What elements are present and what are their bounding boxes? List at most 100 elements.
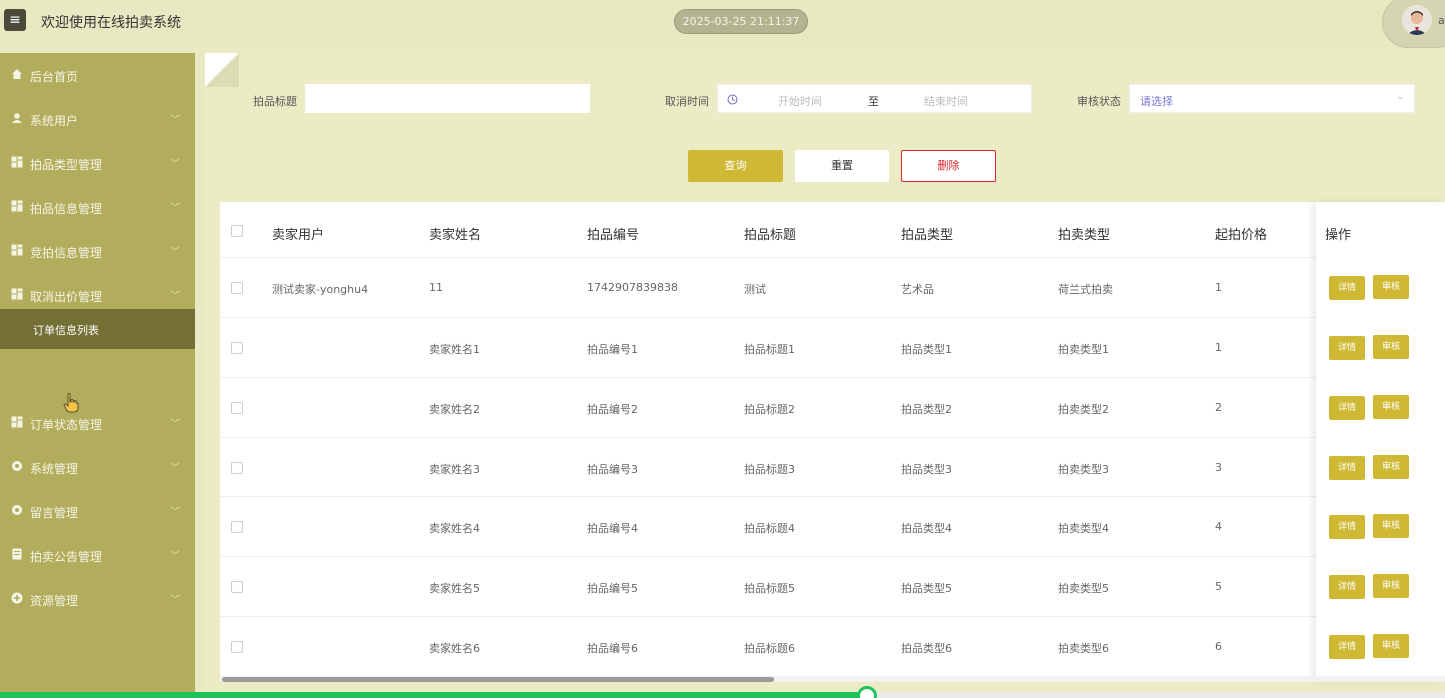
table-cell: 3 bbox=[1215, 461, 1222, 474]
audit-button[interactable]: 审核 bbox=[1373, 455, 1409, 479]
table-cell: 拍品编号3 bbox=[587, 463, 638, 476]
row-checkbox[interactable] bbox=[231, 581, 243, 593]
user-icon bbox=[11, 112, 23, 124]
sidebar-item-label: 订单状态管理 bbox=[30, 418, 103, 432]
chevron-down-icon: ﹀ bbox=[170, 291, 180, 302]
table-cell: 卖家姓名3 bbox=[429, 463, 480, 476]
table-cell: 拍品标题5 bbox=[744, 582, 795, 595]
table-cell: 拍品标题6 bbox=[744, 642, 795, 655]
sidebar-item-label: 竞拍信息管理 bbox=[30, 246, 103, 260]
row-divider bbox=[220, 616, 1445, 617]
sidebar-item-9[interactable]: 系统管理 ﹀ bbox=[0, 445, 195, 489]
column-header: 拍品标题 bbox=[744, 228, 797, 243]
row-checkbox[interactable] bbox=[231, 282, 243, 294]
table-cell: 卖家姓名6 bbox=[429, 642, 480, 655]
table-cell: 1 bbox=[1215, 281, 1222, 294]
sidebar-item-8[interactable]: 订单状态管理 ﹀ bbox=[0, 401, 195, 445]
query-button[interactable]: 查询 bbox=[688, 150, 783, 182]
status-select[interactable]: 请选择 ⌄ bbox=[1129, 84, 1415, 113]
sidebar-item-label: 资源管理 bbox=[30, 594, 79, 608]
hand-cursor-icon bbox=[63, 393, 79, 413]
sidebar-item-11[interactable]: 拍卖公告管理 ﹀ bbox=[0, 533, 195, 577]
row-checkbox[interactable] bbox=[231, 462, 243, 474]
avatar[interactable] bbox=[1402, 5, 1432, 35]
table-cell: 拍卖类型4 bbox=[1058, 522, 1109, 535]
row-checkbox[interactable] bbox=[231, 641, 243, 653]
chevron-down-icon: ﹀ bbox=[170, 419, 180, 430]
audit-button[interactable]: 审核 bbox=[1373, 335, 1409, 359]
table-cell: 测试卖家-yonghu4 bbox=[272, 283, 369, 296]
data-table bbox=[220, 202, 1445, 682]
table-cell: 拍品类型6 bbox=[901, 642, 952, 655]
end-time-placeholder[interactable]: 结束时间 bbox=[924, 93, 968, 109]
detail-button[interactable]: 详情 bbox=[1329, 635, 1365, 659]
detail-button[interactable]: 详情 bbox=[1329, 456, 1365, 480]
row-checkbox[interactable] bbox=[231, 402, 243, 414]
table-cell: 卖家姓名2 bbox=[429, 403, 480, 416]
detail-button[interactable]: 详情 bbox=[1329, 276, 1365, 300]
sidebar-item-12[interactable]: 资源管理 ﹀ bbox=[0, 577, 195, 621]
detail-button[interactable]: 详情 bbox=[1329, 396, 1365, 420]
title-search-input[interactable] bbox=[305, 84, 590, 113]
delete-button[interactable]: 删除 bbox=[901, 150, 996, 182]
audit-button[interactable]: 审核 bbox=[1373, 634, 1409, 658]
sidebar-item-10[interactable]: 留言管理 ﹀ bbox=[0, 489, 195, 533]
table-cell: 4 bbox=[1215, 520, 1222, 533]
sidebar-item-1[interactable]: 后台首页 bbox=[0, 53, 195, 97]
start-time-placeholder[interactable]: 开始时间 bbox=[778, 93, 822, 109]
table-cell: 拍品类型3 bbox=[901, 463, 952, 476]
sidebar-subitem-order-info-list[interactable]: 订单信息列表 bbox=[0, 309, 195, 349]
column-header: 卖家姓名 bbox=[429, 228, 482, 243]
table-cell: 艺术品 bbox=[901, 283, 934, 296]
table-cell: 2 bbox=[1215, 401, 1222, 414]
chevron-down-icon: ﹀ bbox=[170, 115, 180, 126]
table-cell: 拍卖类型3 bbox=[1058, 463, 1109, 476]
sidebar-item-label: 拍卖公告管理 bbox=[30, 550, 103, 564]
table-cell: 卖家姓名4 bbox=[429, 522, 480, 535]
table-cell: 拍品编号1 bbox=[587, 343, 638, 356]
table-cell: 拍品编号5 bbox=[587, 582, 638, 595]
sidebar-item-label: 后台首页 bbox=[30, 70, 79, 84]
menu-toggle-icon[interactable]: ≡ bbox=[4, 9, 26, 31]
audit-button[interactable]: 审核 bbox=[1373, 275, 1409, 299]
detail-button[interactable]: 详情 bbox=[1329, 575, 1365, 599]
chevron-down-icon: ﹀ bbox=[170, 551, 180, 562]
audit-button[interactable]: 审核 bbox=[1373, 395, 1409, 419]
sidebar-item-4[interactable]: 拍品信息管理 ﹀ bbox=[0, 185, 195, 229]
grid-icon bbox=[11, 244, 23, 256]
chevron-down-icon: ﹀ bbox=[170, 203, 180, 214]
audit-button[interactable]: 审核 bbox=[1373, 514, 1409, 538]
cancel-time-range-picker[interactable]: 开始时间 至 结束时间 bbox=[717, 84, 1032, 113]
sidebar-item-label: 拍品类型管理 bbox=[30, 158, 103, 172]
plus-circle-icon bbox=[11, 592, 23, 604]
range-separator: 至 bbox=[868, 95, 879, 108]
row-divider bbox=[220, 556, 1445, 557]
table-cell: 拍卖类型1 bbox=[1058, 343, 1109, 356]
detail-button[interactable]: 详情 bbox=[1329, 515, 1365, 539]
row-checkbox[interactable] bbox=[231, 521, 243, 533]
grid-icon bbox=[11, 288, 23, 300]
table-cell: 1742907839838 bbox=[587, 281, 678, 294]
operations-column bbox=[1316, 202, 1445, 682]
table-cell: 拍品标题4 bbox=[744, 522, 795, 535]
row-checkbox[interactable] bbox=[231, 342, 243, 354]
table-cell: 荷兰式拍卖 bbox=[1058, 283, 1113, 296]
document-icon bbox=[11, 548, 23, 560]
sidebar-item-5[interactable]: 竞拍信息管理 ﹀ bbox=[0, 229, 195, 273]
select-all-checkbox[interactable] bbox=[231, 225, 243, 237]
detail-button[interactable]: 详情 bbox=[1329, 336, 1365, 360]
sidebar-item-3[interactable]: 拍品类型管理 ﹀ bbox=[0, 141, 195, 185]
chevron-down-icon: ⌄ bbox=[1396, 91, 1405, 102]
sidebar-subitem-label: 订单信息列表 bbox=[33, 324, 99, 337]
table-cell: 6 bbox=[1215, 640, 1222, 653]
chevron-down-icon: ﹀ bbox=[170, 159, 180, 170]
table-cell: 拍品类型1 bbox=[901, 343, 952, 356]
horizontal-scrollbar-thumb[interactable] bbox=[222, 677, 774, 682]
reset-button[interactable]: 重置 bbox=[795, 150, 889, 182]
table-cell: 拍品类型4 bbox=[901, 522, 952, 535]
sidebar-item-2[interactable]: 系统用户 ﹀ bbox=[0, 97, 195, 141]
table-cell: 拍品标题2 bbox=[744, 403, 795, 416]
audit-button[interactable]: 审核 bbox=[1373, 574, 1409, 598]
chevron-down-icon: ﹀ bbox=[170, 595, 180, 606]
row-divider bbox=[220, 257, 1445, 258]
